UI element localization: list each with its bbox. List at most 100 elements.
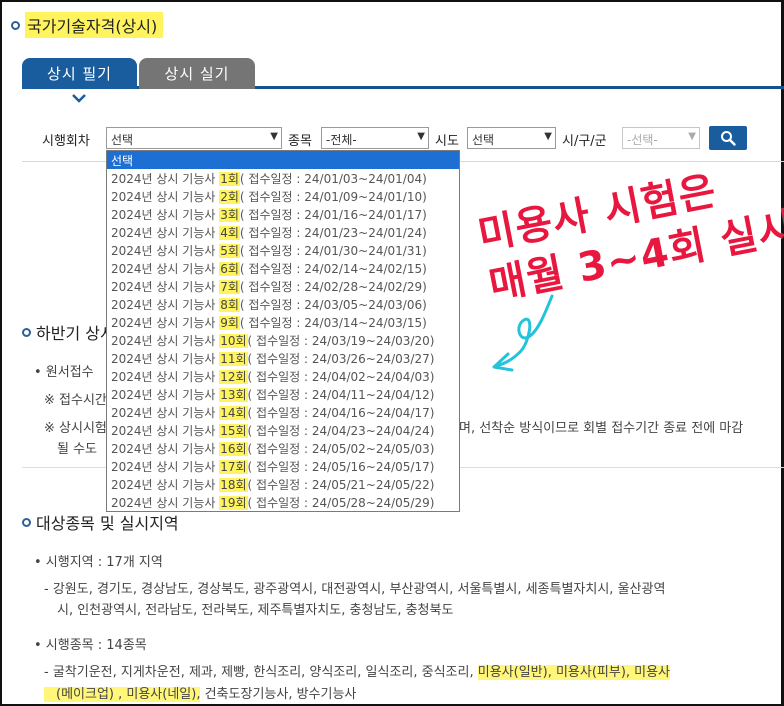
city-select[interactable]: -선택- ▼ bbox=[622, 127, 700, 149]
category-title: • 시행종목 : 14종목 bbox=[34, 638, 147, 653]
option-prefix: 2024년 상시 기능사 bbox=[111, 334, 220, 348]
option-prefix: 2024년 상시 기능사 bbox=[111, 298, 220, 312]
dropdown-option[interactable]: 2024년 상시 기능사 14회( 접수일정 : 24/04/16~24/04/… bbox=[107, 403, 459, 421]
option-prefix: 2024년 상시 기능사 bbox=[111, 172, 220, 186]
dropdown-option[interactable]: 2024년 상시 기능사 5회( 접수일정 : 24/01/30~24/01/3… bbox=[107, 241, 459, 259]
option-prefix: 2024년 상시 기능사 bbox=[111, 406, 220, 420]
bullet-icon bbox=[11, 20, 20, 30]
dropdown-option[interactable]: 2024년 상시 기능사 13회( 접수일정 : 24/04/11~24/04/… bbox=[107, 385, 459, 403]
option-prefix: 2024년 상시 기능사 bbox=[111, 370, 220, 384]
dropdown-option[interactable]: 2024년 상시 기능사 2회( 접수일정 : 24/01/09~24/01/1… bbox=[107, 187, 459, 205]
dropdown-option[interactable]: 2024년 상시 기능사 1회( 접수일정 : 24/01/03~24/01/0… bbox=[107, 169, 459, 187]
category-list-line-1: - 굴착기운전, 지게차운전, 제과, 제빵, 한식조리, 양식조리, 일식조리… bbox=[44, 661, 671, 680]
category-list-plain: - 굴착기운전, 지게차운전, 제과, 제빵, 한식조리, 양식조리, 일식조리… bbox=[44, 665, 478, 680]
option-prefix: 2024년 상시 기능사 bbox=[111, 460, 220, 474]
category-list-line-2: (메이크업) , 미용사(네일), 건축도장기능사, 방수기능사 bbox=[44, 683, 356, 702]
option-schedule: ( 접수일정 : 24/04/11~24/04/12) bbox=[247, 388, 435, 402]
section-title-target-categories: 대상종목 및 실시지역 bbox=[22, 510, 179, 534]
option-round: 16회 bbox=[219, 442, 248, 456]
round-select-value: 선택 bbox=[111, 133, 134, 147]
option-prefix: 2024년 상시 기능사 bbox=[111, 496, 220, 510]
option-schedule: ( 접수일정 : 24/01/30~24/01/31) bbox=[239, 244, 427, 258]
round-label: 시행회차 bbox=[42, 134, 90, 149]
round-dropdown-list[interactable]: 선택 2024년 상시 기능사 1회( 접수일정 : 24/01/03~24/0… bbox=[106, 150, 460, 512]
regular-exam-note-left: ※ 상시시험 bbox=[44, 421, 107, 436]
category-label: 종목 bbox=[288, 134, 312, 149]
option-round: 6회 bbox=[219, 262, 240, 276]
search-icon bbox=[721, 131, 736, 146]
option-prefix: 2024년 상시 기능사 bbox=[111, 316, 220, 330]
option-schedule: ( 접수일정 : 24/01/16~24/01/17) bbox=[239, 208, 427, 222]
dropdown-option[interactable]: 2024년 상시 기능사 16회( 접수일정 : 24/05/02~24/05/… bbox=[107, 439, 459, 457]
dropdown-option[interactable]: 2024년 상시 기능사 4회( 접수일정 : 24/01/23~24/01/2… bbox=[107, 223, 459, 241]
tab-written-exam[interactable]: 상시 필기 bbox=[22, 58, 137, 89]
option-round: 12회 bbox=[219, 370, 248, 384]
dropdown-selected-option[interactable]: 선택 bbox=[107, 151, 459, 169]
option-schedule: ( 접수일정 : 24/04/23~24/04/24) bbox=[247, 424, 435, 438]
tab-practical-exam[interactable]: 상시 실기 bbox=[139, 58, 255, 89]
option-prefix: 2024년 상시 기능사 bbox=[111, 208, 220, 222]
option-round: 4회 bbox=[219, 226, 240, 240]
option-schedule: ( 접수일정 : 24/02/14~24/02/15) bbox=[239, 262, 427, 276]
chevron-down-icon bbox=[72, 94, 86, 103]
option-round: 7회 bbox=[219, 280, 240, 294]
dropdown-option[interactable]: 2024년 상시 기능사 8회( 접수일정 : 24/03/05~24/03/0… bbox=[107, 295, 459, 313]
option-schedule: ( 접수일정 : 24/05/21~24/05/22) bbox=[247, 478, 435, 492]
option-schedule: ( 접수일정 : 24/04/02~24/04/03) bbox=[247, 370, 435, 384]
category-select[interactable]: -전체- ▼ bbox=[321, 127, 429, 149]
application-line: • 원서접수 bbox=[34, 365, 94, 380]
option-schedule: ( 접수일정 : 24/01/23~24/01/24) bbox=[239, 226, 427, 240]
dropdown-option[interactable]: 2024년 상시 기능사 9회( 접수일정 : 24/03/14~24/03/1… bbox=[107, 313, 459, 331]
city-select-value: -선택- bbox=[627, 133, 658, 147]
option-schedule: ( 접수일정 : 24/01/09~24/01/10) bbox=[239, 190, 427, 204]
region-list-line-1: - 강원도, 경기도, 경상남도, 경상북도, 광주광역시, 대전광역시, 부산… bbox=[44, 582, 666, 597]
search-button[interactable] bbox=[709, 126, 747, 150]
option-prefix: 2024년 상시 기능사 bbox=[111, 262, 220, 276]
option-schedule: ( 접수일정 : 24/05/02~24/05/03) bbox=[247, 442, 435, 456]
section-title-national-cert: 국가기술자격(상시) bbox=[11, 12, 164, 38]
option-schedule: ( 접수일정 : 24/01/03~24/01/04) bbox=[239, 172, 427, 186]
option-round: 9회 bbox=[219, 316, 240, 330]
dropdown-options: 2024년 상시 기능사 1회( 접수일정 : 24/01/03~24/01/0… bbox=[107, 169, 459, 511]
dropdown-option[interactable]: 2024년 상시 기능사 10회( 접수일정 : 24/03/19~24/03/… bbox=[107, 331, 459, 349]
chevron-down-icon: ▼ bbox=[688, 131, 696, 142]
option-prefix: 2024년 상시 기능사 bbox=[111, 478, 220, 492]
region-list-line-2: 시, 인천광역시, 전라남도, 전라북도, 제주특별자치도, 충청남도, 충청북… bbox=[57, 603, 454, 618]
option-round: 3회 bbox=[219, 208, 240, 222]
exam-tabs: 상시 필기 상시 실기 bbox=[22, 58, 784, 89]
option-prefix: 2024년 상시 기능사 bbox=[111, 244, 220, 258]
province-select[interactable]: 선택 ▼ bbox=[467, 127, 556, 149]
category-list-highlight: 미용사(일반), 미용사(피부), 미용사 bbox=[477, 665, 671, 680]
dropdown-option[interactable]: 2024년 상시 기능사 19회( 접수일정 : 24/05/28~24/05/… bbox=[107, 493, 459, 511]
category-list-highlight: (메이크업) , 미용사(네일), bbox=[44, 687, 201, 702]
option-prefix: 2024년 상시 기능사 bbox=[111, 352, 220, 366]
option-schedule: ( 접수일정 : 24/05/28~24/05/29) bbox=[247, 496, 435, 510]
option-prefix: 2024년 상시 기능사 bbox=[111, 226, 220, 240]
option-prefix: 2024년 상시 기능사 bbox=[111, 280, 220, 294]
category-select-value: -전체- bbox=[326, 133, 357, 147]
dropdown-option[interactable]: 2024년 상시 기능사 17회( 접수일정 : 24/05/16~24/05/… bbox=[107, 457, 459, 475]
dropdown-option[interactable]: 2024년 상시 기능사 18회( 접수일정 : 24/05/21~24/05/… bbox=[107, 475, 459, 493]
option-round: 10회 bbox=[219, 334, 248, 348]
chevron-down-icon: ▼ bbox=[417, 131, 425, 142]
bullet-icon bbox=[22, 517, 31, 527]
option-prefix: 2024년 상시 기능사 bbox=[111, 388, 220, 402]
option-round: 14회 bbox=[219, 406, 248, 420]
dropdown-option[interactable]: 2024년 상시 기능사 7회( 접수일정 : 24/02/28~24/02/2… bbox=[107, 277, 459, 295]
dropdown-option[interactable]: 2024년 상시 기능사 11회( 접수일정 : 24/03/26~24/03/… bbox=[107, 349, 459, 367]
section-title-text: 대상종목 및 실시지역 bbox=[36, 514, 179, 533]
dropdown-option[interactable]: 2024년 상시 기능사 15회( 접수일정 : 24/04/23~24/04/… bbox=[107, 421, 459, 439]
option-round: 2회 bbox=[219, 190, 240, 204]
dropdown-option[interactable]: 2024년 상시 기능사 3회( 접수일정 : 24/01/16~24/01/1… bbox=[107, 205, 459, 223]
dropdown-option[interactable]: 2024년 상시 기능사 6회( 접수일정 : 24/02/14~24/02/1… bbox=[107, 259, 459, 277]
option-schedule: ( 접수일정 : 24/03/26~24/03/27) bbox=[247, 352, 435, 366]
option-prefix: 2024년 상시 기능사 bbox=[111, 424, 220, 438]
option-schedule: ( 접수일정 : 24/03/19~24/03/20) bbox=[247, 334, 435, 348]
option-round: 8회 bbox=[219, 298, 240, 312]
dropdown-option[interactable]: 2024년 상시 기능사 12회( 접수일정 : 24/04/02~24/04/… bbox=[107, 367, 459, 385]
section-title-second-half: 하반기 상시 bbox=[22, 320, 115, 344]
chevron-down-icon: ▼ bbox=[544, 131, 552, 142]
application-time-note: ※ 접수시간 bbox=[44, 393, 107, 408]
round-select[interactable]: 선택 ▼ bbox=[106, 127, 282, 149]
regular-exam-note-right: 며, 선착순 방식이므로 회별 접수기간 종료 전에 마감 bbox=[459, 421, 744, 436]
